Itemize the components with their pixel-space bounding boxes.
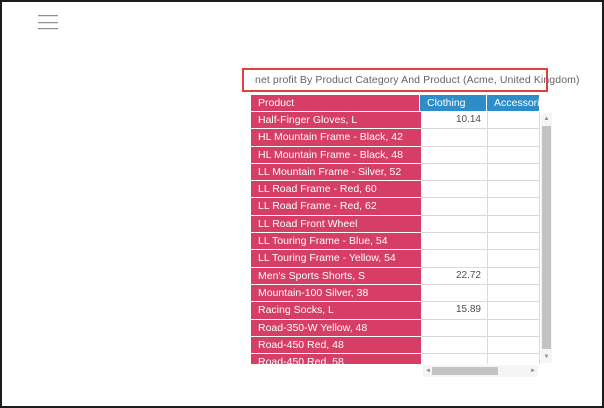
scroll-right-icon[interactable]: ► [528, 365, 538, 377]
accessories-value-cell[interactable] [488, 198, 540, 215]
accessories-value-cell[interactable] [488, 181, 540, 198]
row-header-cell[interactable]: HL Mountain Frame - Black, 48 [251, 147, 421, 164]
row-header-cell[interactable]: LL Touring Frame - Blue, 54 [251, 233, 421, 250]
clothing-value-cell[interactable] [421, 320, 488, 337]
scroll-up-icon[interactable]: ▲ [541, 113, 552, 125]
clothing-value-cell[interactable] [421, 198, 488, 215]
app-window: net profit By Product Category And Produ… [0, 0, 604, 408]
accessories-value-cell[interactable] [488, 233, 540, 250]
row-header-cell[interactable]: Half-Finger Gloves, L [251, 112, 421, 129]
table-row: LL Touring Frame - Blue, 54 [251, 233, 540, 250]
hamburger-icon [38, 28, 58, 30]
hamburger-icon [38, 15, 58, 17]
table-row: LL Touring Frame - Yellow, 54 [251, 250, 540, 267]
table-row: Racing Socks, L 15.89 [251, 302, 540, 319]
hamburger-menu-button[interactable] [38, 15, 58, 30]
clothing-value-cell[interactable] [421, 354, 488, 364]
row-header-cell[interactable]: LL Touring Frame - Yellow, 54 [251, 250, 421, 267]
clothing-value-cell[interactable]: 22.72 [421, 268, 488, 285]
accessories-value-cell[interactable] [488, 285, 540, 302]
accessories-value-cell[interactable] [488, 268, 540, 285]
pivot-grid: Product Clothing Accessories Half-Finger… [251, 95, 540, 364]
accessories-value-cell[interactable] [488, 337, 540, 354]
horizontal-scrollbar[interactable]: ◄ ► [423, 365, 538, 377]
row-header-cell[interactable]: HL Mountain Frame - Black, 42 [251, 129, 421, 146]
hamburger-icon [38, 22, 58, 24]
accessories-value-cell[interactable] [488, 320, 540, 337]
table-row: LL Mountain Frame - Silver, 52 [251, 164, 540, 181]
accessories-value-cell[interactable] [488, 164, 540, 181]
column-header-clothing[interactable]: Clothing [420, 95, 487, 112]
accessories-value-cell[interactable] [488, 302, 540, 319]
accessories-value-cell[interactable] [488, 354, 540, 364]
report-title: net profit By Product Category And Produ… [244, 74, 580, 86]
row-header-cell[interactable]: Mountain-100 Silver, 38 [251, 285, 421, 302]
accessories-value-cell[interactable] [488, 250, 540, 267]
row-header-cell[interactable]: LL Road Frame - Red, 60 [251, 181, 421, 198]
scroll-down-icon[interactable]: ▼ [541, 351, 552, 363]
vertical-scrollbar-thumb[interactable] [542, 126, 551, 349]
clothing-value-cell[interactable] [421, 181, 488, 198]
accessories-value-cell[interactable] [488, 112, 540, 129]
clothing-value-cell[interactable] [421, 285, 488, 302]
row-header-cell[interactable]: Men's Sports Shorts, S [251, 268, 421, 285]
table-row: Half-Finger Gloves, L 10.14 [251, 112, 540, 129]
row-header-cell[interactable]: Road-450 Red, 58 [251, 354, 421, 364]
table-row: Men's Sports Shorts, S 22.72 [251, 268, 540, 285]
table-row: HL Mountain Frame - Black, 48 [251, 147, 540, 164]
clothing-value-cell[interactable] [421, 147, 488, 164]
table-row: Mountain-100 Silver, 38 [251, 285, 540, 302]
accessories-value-cell[interactable] [488, 147, 540, 164]
clothing-value-cell[interactable]: 15.89 [421, 302, 488, 319]
column-header-product[interactable]: Product [251, 95, 420, 112]
accessories-value-cell[interactable] [488, 129, 540, 146]
row-header-cell[interactable]: Road-450 Red, 48 [251, 337, 421, 354]
clothing-value-cell[interactable]: 10.14 [421, 112, 488, 129]
row-header-cell[interactable]: LL Road Frame - Red, 62 [251, 198, 421, 215]
table-row: HL Mountain Frame - Black, 42 [251, 129, 540, 146]
clothing-value-cell[interactable] [421, 250, 488, 267]
horizontal-scrollbar-thumb[interactable] [432, 367, 498, 375]
row-header-cell[interactable]: LL Mountain Frame - Silver, 52 [251, 164, 421, 181]
table-row: Road-450 Red, 58 [251, 354, 540, 364]
table-row: LL Road Frame - Red, 60 [251, 181, 540, 198]
clothing-value-cell[interactable] [421, 233, 488, 250]
clothing-value-cell[interactable] [421, 337, 488, 354]
pivot-rows: Half-Finger Gloves, L 10.14 HL Mountain … [251, 112, 540, 364]
row-header-cell[interactable]: Racing Socks, L [251, 302, 421, 319]
table-row: Road-350-W Yellow, 48 [251, 320, 540, 337]
clothing-value-cell[interactable] [421, 164, 488, 181]
vertical-scrollbar[interactable]: ▲ ▼ [541, 113, 552, 363]
row-header-cell[interactable]: Road-350-W Yellow, 48 [251, 320, 421, 337]
report-title-box: net profit By Product Category And Produ… [242, 68, 548, 92]
table-row: LL Road Front Wheel [251, 216, 540, 233]
table-row: Road-450 Red, 48 [251, 337, 540, 354]
clothing-value-cell[interactable] [421, 216, 488, 233]
column-header-accessories[interactable]: Accessories [487, 95, 539, 112]
table-row: LL Road Frame - Red, 62 [251, 198, 540, 215]
clothing-value-cell[interactable] [421, 129, 488, 146]
accessories-value-cell[interactable] [488, 216, 540, 233]
pivot-header-row: Product Clothing Accessories [251, 95, 540, 112]
row-header-cell[interactable]: LL Road Front Wheel [251, 216, 421, 233]
